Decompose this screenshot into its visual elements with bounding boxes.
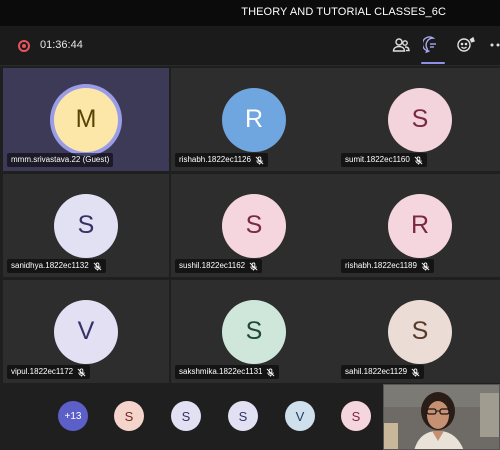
mic-off-icon xyxy=(249,261,258,271)
participant-name-label: sumit.1822ec1160 xyxy=(341,153,427,167)
avatar-initial: V xyxy=(295,408,305,424)
avatar-initial: S xyxy=(411,105,429,133)
participant-tile[interactable]: R rishabh.1822ec1189 xyxy=(337,174,500,277)
participant-tile[interactable]: S sakshmika.1822ec1131 xyxy=(171,280,337,383)
avatar: V xyxy=(54,299,118,364)
avatar: S xyxy=(388,299,452,364)
participant-name-label: rishabh.1822ec1189 xyxy=(341,259,434,273)
participant-name: rishabh.1822ec1126 xyxy=(179,155,251,164)
participant-tile[interactable]: S sumit.1822ec1160 xyxy=(337,68,500,171)
mic-off-icon xyxy=(421,261,430,271)
avatar-initial: S xyxy=(411,317,429,345)
self-video-image xyxy=(384,385,499,449)
avatar-initial: S xyxy=(245,211,263,239)
avatar: R xyxy=(388,193,452,258)
overflow-avatar[interactable]: S xyxy=(228,401,258,431)
more-icon[interactable] xyxy=(488,35,500,55)
overflow-avatar[interactable]: V xyxy=(285,401,315,431)
participant-name-label: rishabh.1822ec1126 xyxy=(175,153,268,167)
participants-icon[interactable] xyxy=(391,35,411,55)
avatar-initial: S xyxy=(351,408,361,424)
avatar: S xyxy=(54,193,118,258)
participant-name: sushil.1822ec1162 xyxy=(179,261,246,270)
reactions-icon[interactable] xyxy=(456,35,476,55)
mic-off-icon xyxy=(93,261,102,271)
participant-name-label: mmm.srivastava.22 (Guest) xyxy=(7,153,114,167)
avatar: M xyxy=(54,87,118,152)
self-video-preview[interactable] xyxy=(383,384,500,450)
avatar-initial: S xyxy=(238,408,248,424)
avatar: R xyxy=(222,87,286,152)
participant-tile[interactable]: R rishabh.1822ec1126 xyxy=(171,68,337,171)
overflow-avatar[interactable]: S xyxy=(341,401,371,431)
avatar-initial: R xyxy=(244,105,264,133)
participant-name: sahil.1822ec1129 xyxy=(345,367,408,376)
overflow-avatar[interactable]: S xyxy=(114,401,144,431)
avatar-initial: M xyxy=(75,105,97,133)
participant-name-label: sushil.1822ec1162 xyxy=(175,259,263,273)
participant-tile[interactable]: S sanidhya.1822ec1132 xyxy=(3,174,169,277)
mic-off-icon xyxy=(414,155,423,165)
chat-tab-indicator xyxy=(421,62,445,64)
mic-off-icon xyxy=(77,367,86,377)
participant-name-label: sakshmika.1822ec1131 xyxy=(175,365,280,379)
mic-off-icon xyxy=(255,155,264,165)
title-bar: THEORY AND TUTORIAL CLASSES_6C xyxy=(0,0,500,26)
mic-off-icon xyxy=(266,367,275,377)
avatar-initial: S xyxy=(245,317,263,345)
participant-name-label: sahil.1822ec1129 xyxy=(341,365,425,379)
avatar-initial: S xyxy=(181,408,191,424)
participant-tile[interactable]: S sahil.1822ec1129 xyxy=(337,280,500,383)
participant-tile[interactable]: S sushil.1822ec1162 xyxy=(171,174,337,277)
avatar: S xyxy=(388,87,452,152)
participant-name-label: vipul.1822ec1172 xyxy=(7,365,91,379)
participant-name: sumit.1822ec1160 xyxy=(345,155,410,164)
participant-name: sanidhya.1822ec1132 xyxy=(11,261,89,270)
participant-tile[interactable]: V vipul.1822ec1172 xyxy=(3,280,169,383)
meeting-title: THEORY AND TUTORIAL CLASSES_6C xyxy=(241,6,446,18)
meeting-toolbar: 01:36:44 xyxy=(0,26,500,66)
avatar-initial: S xyxy=(77,211,95,239)
avatar-initial: S xyxy=(124,408,134,424)
meeting-timer: 01:36:44 xyxy=(40,39,83,51)
record-icon xyxy=(18,40,30,52)
overflow-count-button[interactable]: +13 xyxy=(58,401,88,431)
avatar-initial: V xyxy=(77,317,95,345)
participant-tile[interactable]: M mmm.srivastava.22 (Guest) xyxy=(3,68,169,171)
overflow-avatar[interactable]: S xyxy=(171,401,201,431)
participant-name: vipul.1822ec1172 xyxy=(11,367,74,376)
participant-name: sakshmika.1822ec1131 xyxy=(179,367,263,376)
participant-name-label: sanidhya.1822ec1132 xyxy=(7,259,106,273)
avatar: S xyxy=(222,193,286,258)
mic-off-icon xyxy=(411,367,420,377)
chat-icon[interactable] xyxy=(421,35,443,55)
avatar: S xyxy=(222,299,286,364)
participant-name: rishabh.1822ec1189 xyxy=(345,261,417,270)
overflow-count: +13 xyxy=(64,410,82,422)
participant-name: mmm.srivastava.22 (Guest) xyxy=(11,155,110,164)
video-grid: M mmm.srivastava.22 (Guest) R rishabh.18… xyxy=(3,68,500,384)
avatar-initial: R xyxy=(410,211,430,239)
